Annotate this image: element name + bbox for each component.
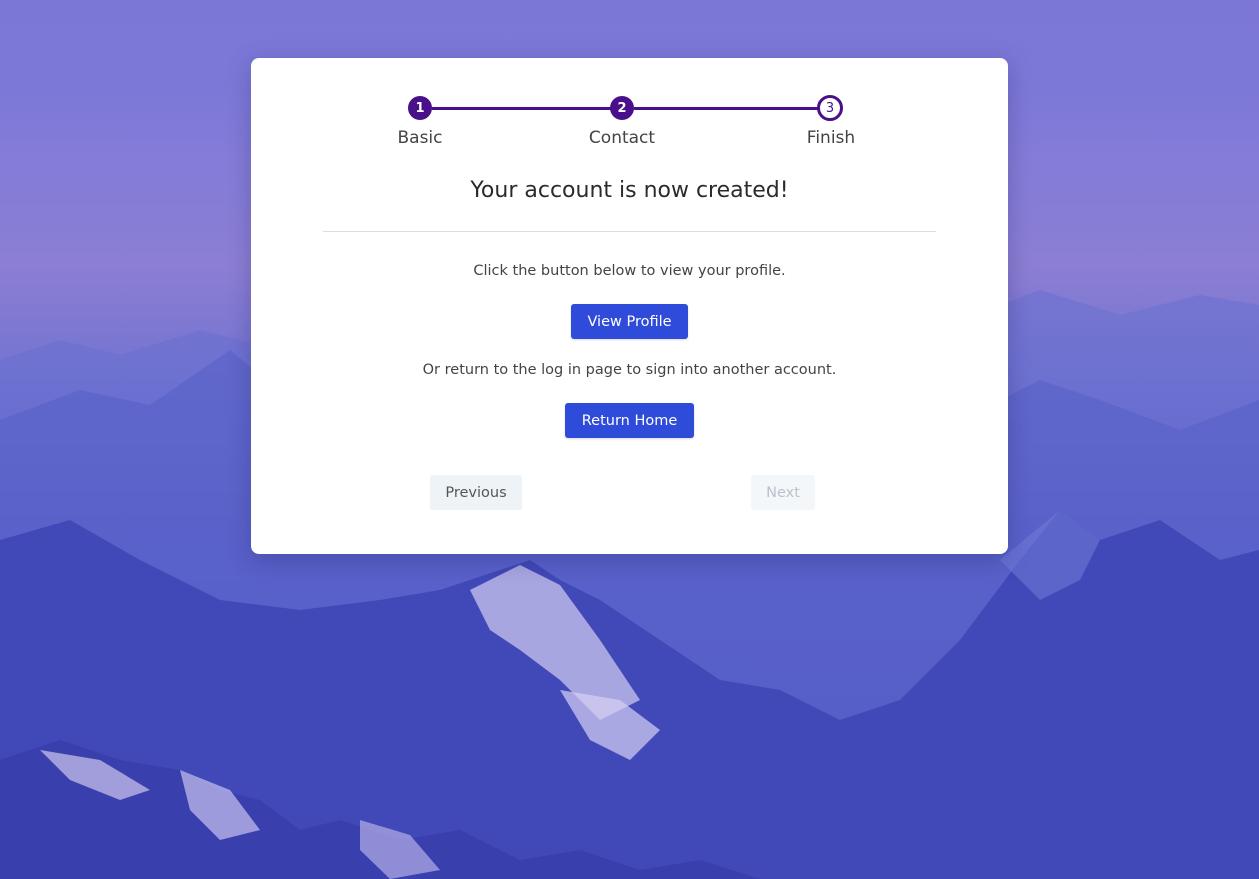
step-3-number: 3 <box>825 100 835 116</box>
step-1-indicator: 1 <box>408 96 432 120</box>
step-connector-2-3 <box>634 107 837 110</box>
step-2-label: Contact <box>588 128 656 148</box>
view-profile-button[interactable]: View Profile <box>571 304 688 339</box>
signup-wizard-card: 1 2 3 Basic Contact Finish Your account … <box>251 58 1008 554</box>
step-2-number: 2 <box>617 100 627 116</box>
return-home-button[interactable]: Return Home <box>565 403 694 438</box>
previous-button[interactable]: Previous <box>430 475 522 510</box>
step-3-indicator: 3 <box>817 95 843 121</box>
step-1-label: Basic <box>397 128 443 148</box>
step-1-number: 1 <box>415 100 425 116</box>
step-2-indicator: 2 <box>610 96 634 120</box>
return-message: Or return to the log in page to sign int… <box>422 362 837 378</box>
next-button[interactable]: Next <box>751 475 815 510</box>
step-3-label: Finish <box>806 128 856 148</box>
progress-stepper: 1 2 3 Basic Contact Finish <box>251 58 1008 158</box>
page-title: Your account is now created! <box>470 178 789 203</box>
divider <box>323 231 936 232</box>
step-connector-1-2 <box>432 107 622 110</box>
profile-message: Click the button below to view your prof… <box>473 263 786 279</box>
